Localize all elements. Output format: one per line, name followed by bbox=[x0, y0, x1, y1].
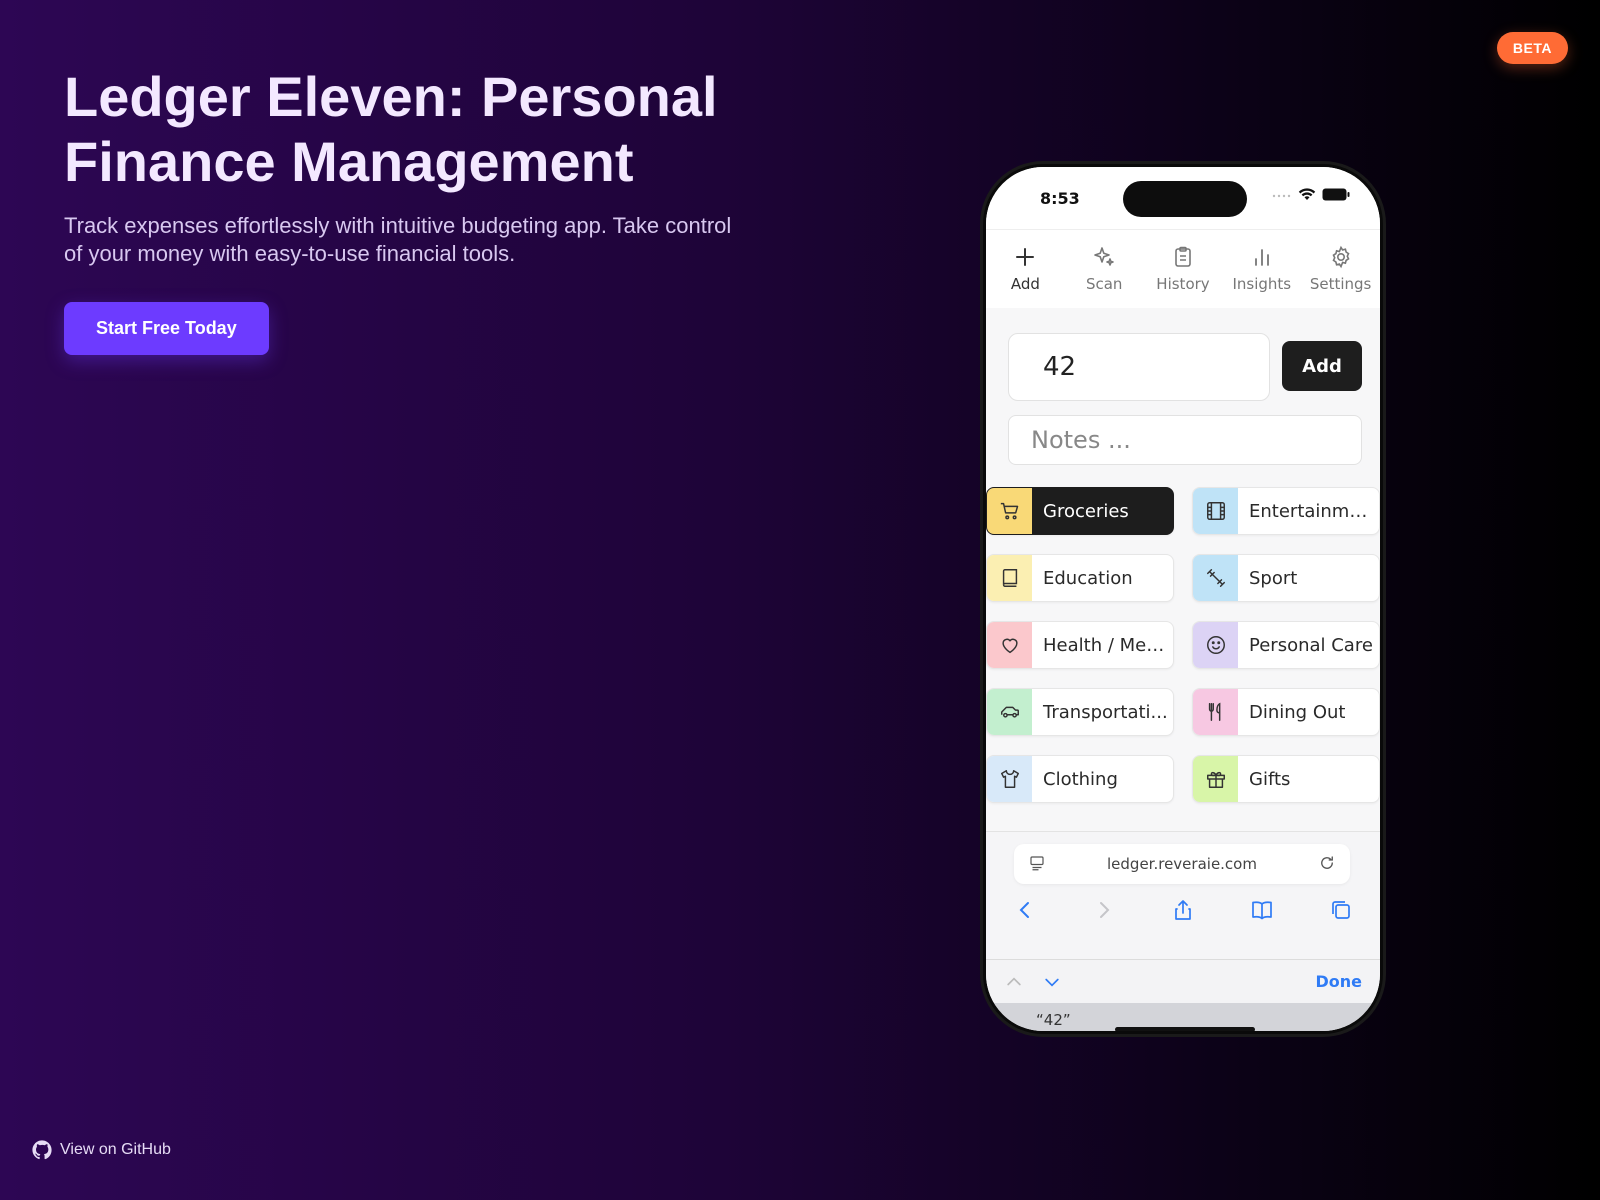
category-clothing[interactable]: Clothing bbox=[986, 755, 1174, 803]
share-icon[interactable] bbox=[1171, 898, 1195, 922]
category-label: Health / Med... bbox=[1043, 634, 1173, 656]
chevron-up-icon[interactable] bbox=[1004, 972, 1024, 992]
reload-icon[interactable] bbox=[1318, 854, 1336, 872]
category-label: Transportati... bbox=[1043, 701, 1168, 723]
category-label: Education bbox=[1043, 567, 1133, 589]
category-grid: Groceries Entertainment Education Sport bbox=[986, 487, 1380, 803]
category-label: Sport bbox=[1249, 567, 1298, 589]
page-menu-icon bbox=[1030, 856, 1044, 871]
toolbar-history-label: History bbox=[1156, 275, 1210, 293]
safari-nav bbox=[986, 898, 1380, 922]
signal-icon bbox=[1272, 194, 1291, 197]
page-title: Ledger Eleven: Personal Finance Manageme… bbox=[64, 65, 718, 193]
category-gifts[interactable]: Gifts bbox=[1192, 755, 1380, 803]
toolbar-scan-label: Scan bbox=[1085, 275, 1123, 293]
phone-screen: 8:53 Add Scan History Insights Settings … bbox=[986, 167, 1380, 1031]
keyboard-accessory-bar: Done bbox=[986, 959, 1380, 1004]
toolbar-insights-label: Insights bbox=[1232, 275, 1292, 293]
keyboard-done-button[interactable]: Done bbox=[1315, 972, 1362, 991]
category-education[interactable]: Education bbox=[986, 554, 1174, 602]
category-label: Clothing bbox=[1043, 768, 1118, 790]
toolbar-scan[interactable]: Scan bbox=[1065, 245, 1143, 293]
github-link[interactable]: View on GitHub bbox=[32, 1140, 171, 1160]
gear-icon bbox=[1332, 245, 1350, 269]
category-label: Dining Out bbox=[1249, 701, 1346, 723]
chevron-down-icon[interactable] bbox=[1042, 972, 1062, 992]
category-sport[interactable]: Sport bbox=[1192, 554, 1380, 602]
toolbar-history[interactable]: History bbox=[1144, 245, 1222, 293]
gift-icon bbox=[1206, 771, 1225, 788]
bar-chart-icon bbox=[1254, 249, 1269, 266]
plus-icon bbox=[1016, 248, 1035, 266]
category-label: Entertainment bbox=[1249, 500, 1379, 522]
dumbbell-icon bbox=[1206, 569, 1225, 587]
add-expense-button[interactable]: Add bbox=[1282, 341, 1362, 391]
film-icon bbox=[1206, 502, 1225, 520]
suggestion-text[interactable]: “42” bbox=[1036, 1011, 1071, 1029]
app-toolbar: Add Scan History Insights Settings bbox=[986, 229, 1380, 308]
category-personal-care[interactable]: Personal Care bbox=[1192, 621, 1380, 669]
status-bar: 8:53 bbox=[986, 167, 1380, 229]
category-dining-out[interactable]: Dining Out bbox=[1192, 688, 1380, 736]
tabs-icon[interactable] bbox=[1329, 898, 1353, 922]
toolbar-settings-label: Settings bbox=[1309, 275, 1372, 293]
amount-input[interactable]: 42 bbox=[1008, 333, 1270, 401]
bookmarks-icon[interactable] bbox=[1250, 898, 1274, 922]
clipboard-icon bbox=[1175, 246, 1191, 267]
dynamic-island bbox=[1123, 181, 1247, 217]
battery-icon bbox=[1322, 188, 1350, 201]
github-icon bbox=[32, 1140, 52, 1160]
category-entertainment[interactable]: Entertainment bbox=[1192, 487, 1380, 535]
notes-input[interactable]: Notes ... bbox=[1008, 415, 1362, 465]
toolbar-add[interactable]: Add bbox=[986, 245, 1064, 293]
category-groceries[interactable]: Groceries bbox=[986, 487, 1174, 535]
status-time: 8:53 bbox=[1040, 189, 1080, 208]
category-label: Personal Care bbox=[1249, 634, 1373, 656]
toolbar-insights[interactable]: Insights bbox=[1223, 245, 1301, 293]
sparkle-icon bbox=[1094, 247, 1114, 266]
hero-section: Ledger Eleven: Personal Finance Manageme… bbox=[64, 64, 744, 355]
start-free-button[interactable]: Start Free Today bbox=[64, 302, 269, 355]
utensils-icon bbox=[1208, 702, 1220, 721]
home-indicator bbox=[1115, 1027, 1255, 1031]
category-transportation[interactable]: Transportati... bbox=[986, 688, 1174, 736]
category-label: Gifts bbox=[1249, 768, 1291, 790]
book-icon bbox=[1002, 569, 1017, 587]
phone-mockup: 8:53 Add Scan History Insights Settings … bbox=[983, 164, 1383, 1034]
toolbar-add-label: Add bbox=[1010, 275, 1040, 293]
heart-icon bbox=[1001, 638, 1018, 654]
car-icon bbox=[1000, 706, 1019, 718]
back-icon[interactable] bbox=[1013, 898, 1037, 922]
shirt-icon bbox=[1000, 770, 1019, 788]
safari-toolbar: ledger.reveraie.com bbox=[986, 831, 1380, 960]
url-text: ledger.reveraie.com bbox=[1107, 855, 1257, 873]
category-label: Groceries bbox=[1043, 500, 1129, 522]
hero-subtitle: Track expenses effortlessly with intuiti… bbox=[64, 213, 732, 266]
cart-icon bbox=[1000, 502, 1018, 520]
beta-badge: BETA bbox=[1496, 32, 1568, 64]
smile-icon bbox=[1206, 636, 1225, 654]
toolbar-settings[interactable]: Settings bbox=[1302, 245, 1380, 293]
forward-icon[interactable] bbox=[1092, 898, 1116, 922]
github-label: View on GitHub bbox=[60, 1141, 171, 1158]
wifi-icon bbox=[1298, 188, 1316, 200]
url-bar[interactable]: ledger.reveraie.com bbox=[1014, 844, 1350, 884]
category-health[interactable]: Health / Med... bbox=[986, 621, 1174, 669]
